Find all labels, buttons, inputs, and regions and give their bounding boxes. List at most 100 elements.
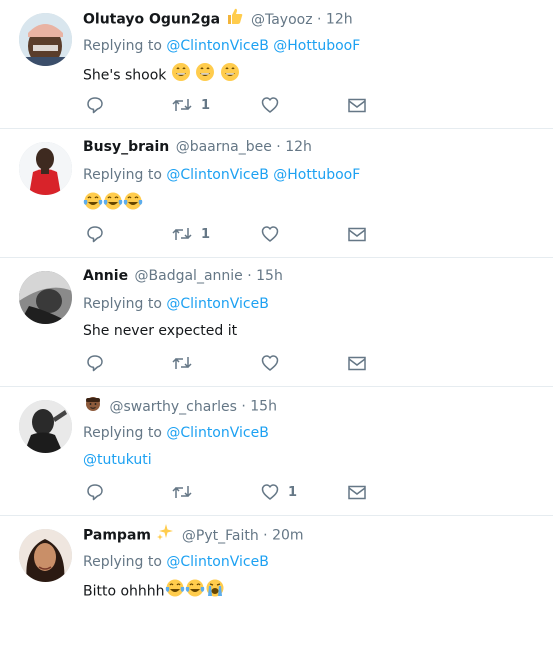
reply-icon [87, 226, 103, 243]
direct-message-button[interactable] [347, 352, 367, 374]
replying-to: Replying to @ClintonViceB @HottubooF [83, 165, 543, 185]
tears-of-joy-emoji-icon [103, 191, 123, 218]
display-name[interactable]: Busy_brain [83, 139, 169, 155]
like-button[interactable] [261, 352, 288, 374]
tweet-text: She never expected it [83, 320, 543, 342]
tweet-header: Busy_brain @baarna_bee · 12h [83, 136, 543, 158]
display-name[interactable]: Olutayo Ogun2ga [83, 12, 220, 28]
heart-icon [261, 226, 279, 242]
avatar[interactable] [19, 529, 72, 582]
timestamp[interactable]: 12h [285, 139, 312, 155]
mention-link[interactable]: @ClintonViceB [166, 425, 268, 441]
direct-message-button[interactable] [347, 481, 367, 503]
tears-of-joy-emoji-icon [123, 191, 143, 218]
replying-to: Replying to @ClintonViceB [83, 294, 543, 314]
retweet-button[interactable]: 1 [172, 223, 210, 245]
tweet-body: She's shook [83, 67, 171, 84]
handle[interactable]: @Pyt_Faith [182, 528, 259, 544]
tweet-header: Pampam @Pyt_Faith · 20m [83, 523, 543, 545]
like-button[interactable]: 1 [261, 481, 297, 503]
tweet[interactable]: Pampam @Pyt_Faith · 20m Replying to @Cli… [0, 516, 553, 645]
tweet-header: Annie @Badgal_annie · 15h [83, 265, 543, 287]
timestamp[interactable]: 20m [272, 528, 303, 544]
man-face-icon [84, 394, 102, 419]
timestamp[interactable]: 15h [250, 399, 277, 415]
separator: · [247, 268, 252, 284]
timestamp[interactable]: 15h [256, 268, 283, 284]
tweet[interactable]: @swarthy_charles · 15h Replying to @Clin… [0, 387, 553, 516]
mention-link[interactable]: @ClintonViceB [166, 167, 268, 183]
avatar[interactable] [19, 271, 72, 324]
handle[interactable]: @Tayooz [251, 12, 313, 28]
display-name[interactable]: Pampam [83, 528, 151, 544]
separator: · [276, 139, 281, 155]
replying-label: Replying to [83, 167, 167, 183]
reply-icon [87, 355, 103, 372]
retweet-icon [172, 486, 192, 498]
reply-button[interactable] [86, 94, 104, 116]
avatar[interactable] [19, 142, 72, 195]
retweet-icon [172, 357, 192, 369]
replying-label: Replying to [83, 554, 167, 570]
retweet-icon [172, 99, 192, 111]
envelope-icon [348, 227, 366, 242]
handle[interactable]: @Badgal_annie [135, 268, 243, 284]
like-button[interactable] [261, 223, 288, 245]
tweet-actions: 1 [83, 481, 383, 503]
retweet-button[interactable] [172, 352, 201, 374]
mention-link[interactable]: @ClintonViceB [166, 296, 268, 312]
tweet-header: Olutayo Ogun2ga @Tayooz · 12h [83, 7, 543, 29]
avatar[interactable] [19, 13, 72, 66]
separator: · [241, 398, 246, 415]
tweet[interactable]: Annie @Badgal_annie · 15h Replying to @C… [0, 258, 553, 387]
tears-of-joy-emoji-icon [165, 578, 185, 605]
sparkles-icon [156, 523, 174, 548]
tweet-text [83, 191, 543, 213]
replying-to: Replying to @ClintonViceB @HottubooF [83, 36, 543, 56]
handle[interactable]: @baarna_bee [176, 139, 272, 155]
mention-link[interactable]: @HottubooF [273, 38, 360, 54]
retweet-button[interactable] [172, 481, 201, 503]
grin-emoji-icon [220, 62, 240, 89]
retweet-icon [172, 228, 192, 240]
mention-link[interactable]: @HottubooF [273, 167, 360, 183]
mention-link[interactable]: @ClintonViceB [166, 38, 268, 54]
tweet[interactable]: Olutayo Ogun2ga @Tayooz · 12h Replying t… [0, 0, 553, 129]
replying-to: Replying to @ClintonViceB [83, 423, 543, 443]
heart-icon [261, 97, 279, 113]
heart-icon [261, 355, 279, 371]
envelope-icon [348, 356, 366, 371]
reply-icon [87, 97, 103, 114]
grin-emoji-icon [195, 62, 215, 89]
separator: · [263, 527, 268, 544]
grin-emoji-icon [171, 62, 191, 89]
replying-label: Replying to [83, 38, 167, 54]
like-button[interactable] [261, 94, 288, 116]
handle[interactable]: @swarthy_charles [109, 399, 236, 415]
reply-button[interactable] [86, 223, 104, 245]
tweet-body: She never expected it [83, 323, 238, 339]
tweet-text: She's shook [83, 62, 543, 84]
like-count: 1 [288, 484, 298, 500]
reply-button[interactable] [86, 481, 104, 503]
direct-message-button[interactable] [347, 223, 367, 245]
tweet-text: @tutukuti [83, 449, 543, 471]
timestamp[interactable]: 12h [326, 12, 353, 28]
replying-label: Replying to [83, 296, 167, 312]
avatar[interactable] [19, 400, 72, 453]
replying-label: Replying to [83, 425, 167, 441]
tweet-actions: 1 [83, 223, 383, 245]
tweet-mention[interactable]: @tutukuti [83, 452, 152, 468]
thumbs-up-icon [226, 7, 244, 32]
display-name[interactable]: Annie [83, 268, 128, 284]
reply-button[interactable] [86, 352, 104, 374]
tweet[interactable]: Busy_brain @baarna_bee · 12h Replying to… [0, 129, 553, 258]
retweet-button[interactable]: 1 [172, 94, 210, 116]
tweet-text: Bitto ohhhh [83, 578, 543, 600]
mention-link[interactable]: @ClintonViceB [166, 554, 268, 570]
retweet-count: 1 [201, 97, 211, 113]
direct-message-button[interactable] [347, 94, 367, 116]
tweet-actions [83, 352, 383, 374]
heart-icon [261, 484, 279, 500]
separator: · [317, 11, 322, 28]
